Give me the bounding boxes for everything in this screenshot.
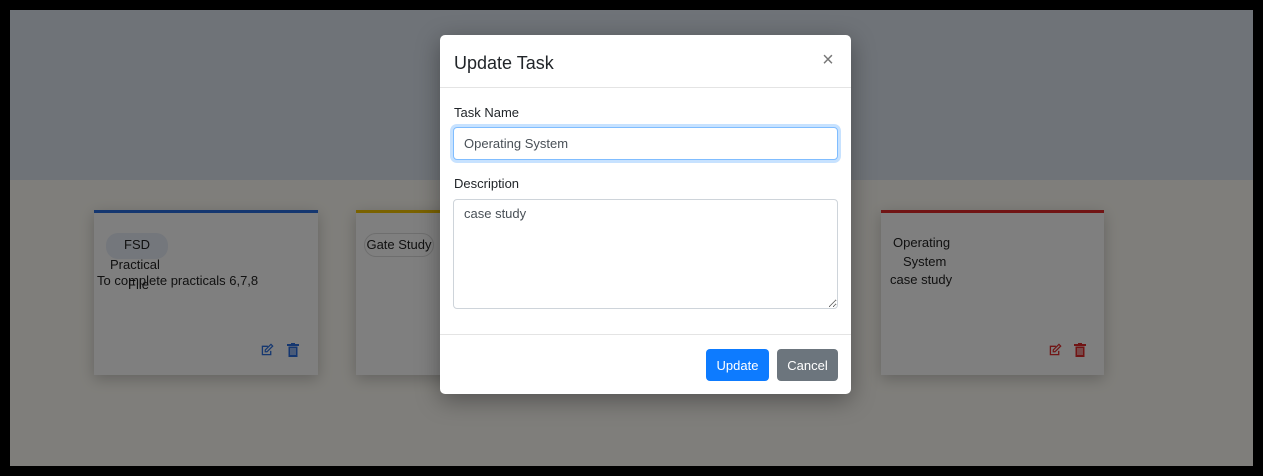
modal-header: Update Task × — [440, 35, 851, 88]
app-frame: FSD Practical File To complete practical… — [10, 10, 1253, 466]
task-name-input[interactable] — [453, 127, 838, 160]
cancel-button[interactable]: Cancel — [777, 349, 838, 381]
task-name-label: Task Name — [454, 105, 520, 120]
close-icon[interactable]: × — [819, 50, 837, 70]
description-textarea[interactable]: case study — [453, 199, 838, 309]
description-label: Description — [454, 176, 520, 191]
update-task-modal: Update Task × Task Name Description case… — [440, 35, 851, 394]
modal-title: Update Task — [454, 53, 554, 73]
update-button[interactable]: Update — [706, 349, 769, 381]
modal-footer: Update Cancel — [440, 334, 851, 394]
